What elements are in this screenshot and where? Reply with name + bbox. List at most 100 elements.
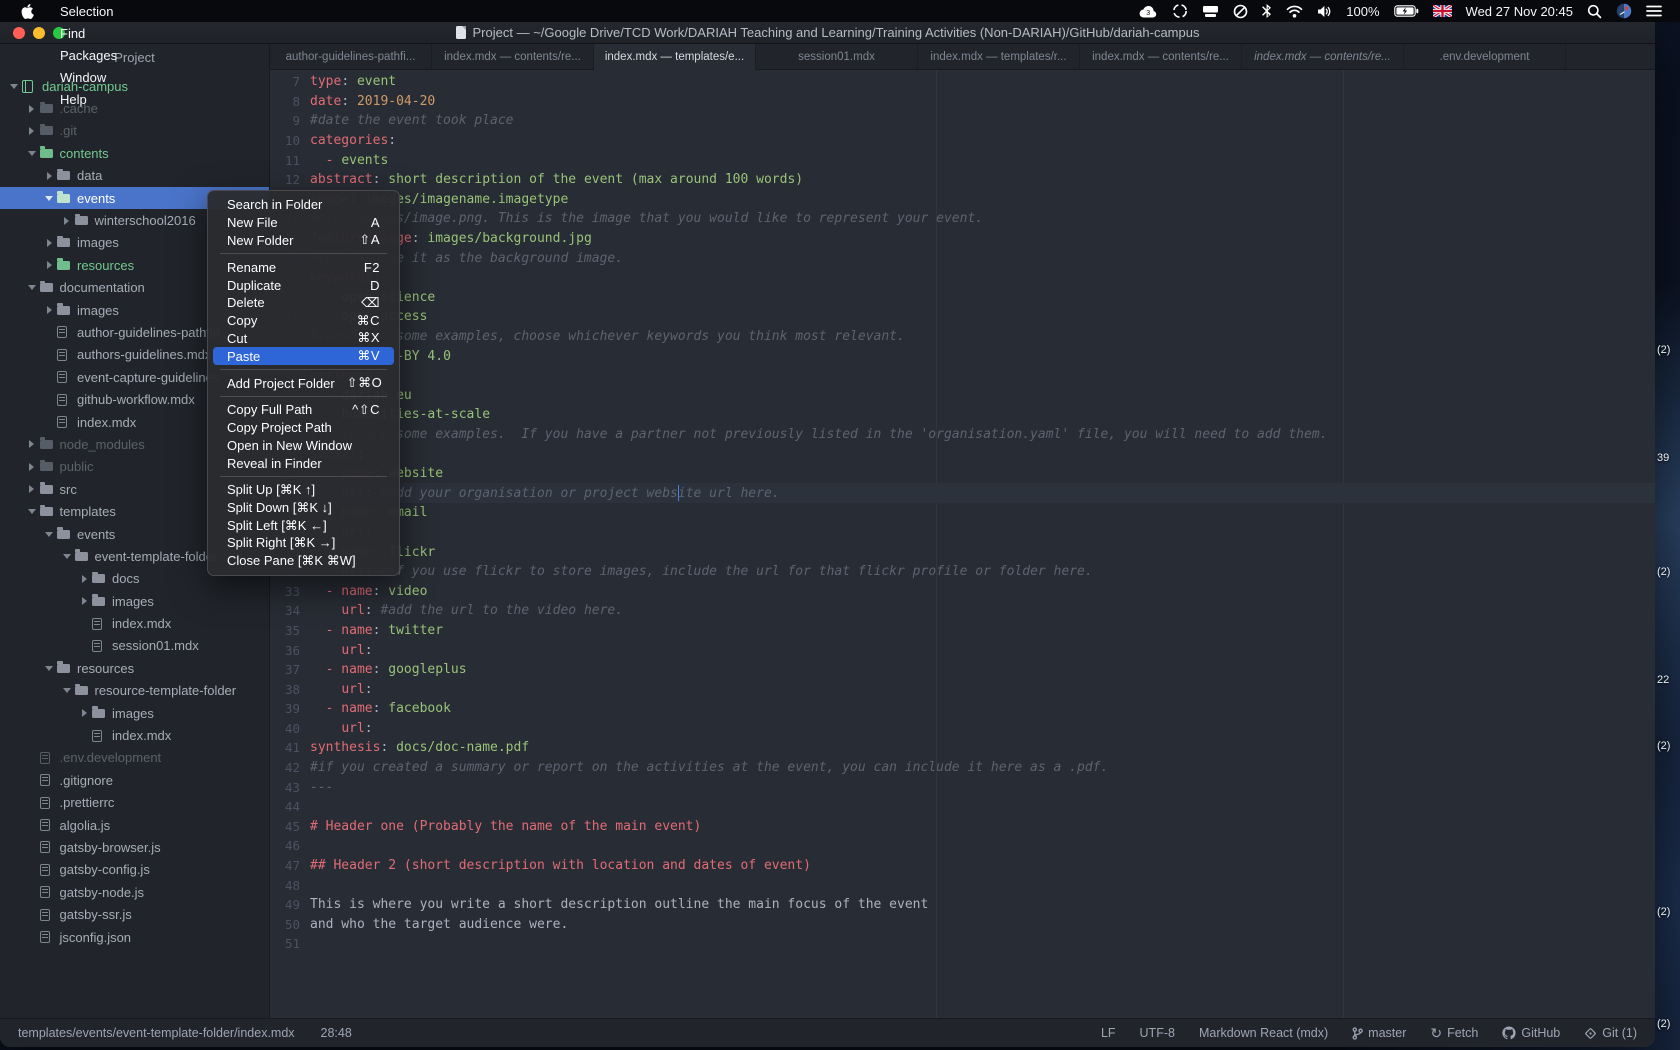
desktop-icon-label-3[interactable]: (2) bbox=[1657, 566, 1670, 578]
tree-item-.git[interactable]: .git bbox=[0, 120, 269, 142]
menu-bar-item-selection[interactable]: Selection bbox=[49, 0, 128, 22]
chevron-open-icon[interactable] bbox=[61, 554, 73, 559]
context-menu-item-cut[interactable]: Cut⌘X bbox=[213, 330, 394, 348]
tree-item-contents[interactable]: contents bbox=[0, 142, 269, 164]
editor-line-14[interactable]: 14#e.g. images/image.png. This is the im… bbox=[270, 209, 1655, 229]
editor-line-22[interactable]: 22partners: bbox=[270, 366, 1655, 386]
context-menu-item-search-in-folder[interactable]: Search in Folder bbox=[213, 196, 394, 214]
chevron-open-icon[interactable] bbox=[26, 285, 38, 290]
chevron-open-icon[interactable] bbox=[26, 509, 38, 514]
tab-2[interactable]: index.mdx — contents/re... bbox=[432, 44, 594, 69]
status-cursor-position[interactable]: 28:48 bbox=[321, 1026, 352, 1040]
status-lf[interactable]: LF bbox=[1101, 1026, 1116, 1040]
editor-line-31[interactable]: 31 - name: flickr bbox=[270, 542, 1655, 562]
context-menu-item-add-project-folder[interactable]: Add Project Folder⇧⌘O bbox=[213, 374, 394, 392]
tab-4[interactable]: session01.mdx bbox=[756, 44, 918, 69]
do-not-disturb-icon[interactable] bbox=[1233, 0, 1248, 22]
editor-line-36[interactable]: 36 url: bbox=[270, 640, 1655, 660]
chevron-open-icon[interactable] bbox=[43, 532, 55, 537]
context-menu-item-paste[interactable]: Paste⌘V bbox=[213, 347, 394, 365]
editor-line-28[interactable]: 28 url: #add your organisation or projec… bbox=[270, 483, 1655, 503]
desktop-icon-label-4[interactable]: 22 bbox=[1657, 674, 1669, 686]
chevron-closed-icon[interactable] bbox=[26, 440, 38, 448]
context-menu-item-new-folder[interactable]: New Folder⇧A bbox=[213, 232, 394, 250]
tree-item-algolia.js[interactable]: algolia.js bbox=[0, 814, 269, 836]
context-menu-item-split-right-k-[interactable]: Split Right [⌘K →] bbox=[213, 535, 394, 553]
editor-line-27[interactable]: 27 - name: website bbox=[270, 464, 1655, 484]
tab-6[interactable]: index.mdx — contents/re... bbox=[1080, 44, 1242, 69]
editor-line-18[interactable]: 18 - open-science bbox=[270, 288, 1655, 308]
chevron-closed-icon[interactable] bbox=[26, 463, 38, 471]
notification-list-icon[interactable] bbox=[1646, 0, 1662, 22]
editor-line-32[interactable]: 32 url: #if you use flickr to store imag… bbox=[270, 562, 1655, 582]
editor-line-42[interactable]: 42#if you created a summary or report on… bbox=[270, 758, 1655, 778]
editor-line-17[interactable]: 17keywords: bbox=[270, 268, 1655, 288]
tree-item-resources[interactable]: resources bbox=[0, 657, 269, 679]
creative-cloud-icon[interactable] bbox=[1172, 0, 1188, 22]
tree-item-resource-template-folder[interactable]: resource-template-folder bbox=[0, 680, 269, 702]
tree-item-.prettierrc[interactable]: .prettierrc bbox=[0, 792, 269, 814]
editor-line-8[interactable]: 8date: 2019-04-20 bbox=[270, 92, 1655, 112]
tree-item-gatsby-config.js[interactable]: gatsby-config.js bbox=[0, 859, 269, 881]
tree-item-index.mdx[interactable]: index.mdx bbox=[0, 724, 269, 746]
context-menu-item-open-in-new-window[interactable]: Open in New Window bbox=[213, 437, 394, 455]
tab-7[interactable]: index.mdx — contents/re... bbox=[1242, 44, 1404, 69]
context-menu-item-duplicate[interactable]: DuplicateD bbox=[213, 276, 394, 294]
chevron-closed-icon[interactable] bbox=[78, 575, 90, 583]
desktop-icon-label-2[interactable]: 39 bbox=[1657, 452, 1669, 464]
context-menu-item-copy[interactable]: Copy⌘C bbox=[213, 312, 394, 330]
bluetooth-icon[interactable] bbox=[1262, 0, 1272, 22]
chevron-closed-icon[interactable] bbox=[61, 217, 73, 225]
editor-line-23[interactable]: 23 - dariah.eu bbox=[270, 386, 1655, 406]
context-menu-item-delete[interactable]: Delete⌫ bbox=[213, 294, 394, 312]
editor-line-47[interactable]: 47## Header 2 (short description with lo… bbox=[270, 856, 1655, 876]
editor-line-49[interactable]: 49This is where you write a short descri… bbox=[270, 895, 1655, 915]
context-menu-item-reveal-in-finder[interactable]: Reveal in Finder bbox=[213, 454, 394, 472]
editor-line-25[interactable]: 25#these are some examples. If you have … bbox=[270, 425, 1655, 445]
displays-icon[interactable] bbox=[1202, 0, 1219, 22]
tab-8[interactable]: .env.development bbox=[1404, 44, 1566, 69]
editor-line-40[interactable]: 40 url: bbox=[270, 719, 1655, 739]
wifi-icon[interactable] bbox=[1286, 0, 1303, 22]
window-title-bar[interactable]: Project — ~/Google Drive/TCD Work/DARIAH… bbox=[0, 22, 1655, 44]
text-editor[interactable]: 7type: event8date: 2019-04-209#date the … bbox=[270, 70, 1655, 1018]
tree-item-gatsby-node.js[interactable]: gatsby-node.js bbox=[0, 881, 269, 903]
tab-1[interactable]: author-guidelines-pathfi... bbox=[270, 44, 432, 69]
editor-line-7[interactable]: 7type: event bbox=[270, 72, 1655, 92]
menu-bar-item-packages[interactable]: Packages bbox=[49, 44, 128, 66]
chevron-closed-icon[interactable] bbox=[43, 172, 55, 180]
editor-line-38[interactable]: 38 url: bbox=[270, 679, 1655, 699]
status-fetch[interactable]: ↻Fetch bbox=[1430, 1026, 1478, 1041]
desktop-icon-label-7[interactable]: (2) bbox=[1657, 1018, 1670, 1030]
editor-line-21[interactable]: 21licence: CC-BY 4.0 bbox=[270, 346, 1655, 366]
desktop-icon-label-5[interactable]: (2) bbox=[1657, 740, 1670, 752]
chevron-closed-icon[interactable] bbox=[43, 261, 55, 269]
chevron-open-icon[interactable] bbox=[43, 196, 55, 201]
editor-line-37[interactable]: 37 - name: googleplus bbox=[270, 660, 1655, 680]
editor-line-10[interactable]: 10categories: bbox=[270, 131, 1655, 151]
editor-line-12[interactable]: 12abstract: short description of the eve… bbox=[270, 170, 1655, 190]
tree-item-jsconfig.json[interactable]: jsconfig.json bbox=[0, 926, 269, 948]
chevron-closed-icon[interactable] bbox=[78, 597, 90, 605]
chevron-closed-icon[interactable] bbox=[26, 485, 38, 493]
menu-bar-app-icon[interactable] bbox=[1616, 0, 1632, 22]
editor-line-39[interactable]: 39 - name: facebook bbox=[270, 699, 1655, 719]
editor-line-16[interactable]: 16#you can use it as the background imag… bbox=[270, 248, 1655, 268]
editor-line-34[interactable]: 34 url: #add the url to the video here. bbox=[270, 601, 1655, 621]
editor-line-30[interactable]: 30 url: bbox=[270, 523, 1655, 543]
context-menu-item-split-left-k-[interactable]: Split Left [⌘K ←] bbox=[213, 517, 394, 535]
status-git-1-[interactable]: Git (1) bbox=[1584, 1026, 1637, 1040]
chevron-closed-icon[interactable] bbox=[78, 709, 90, 717]
editor-line-45[interactable]: 45# Header one (Probably the name of the… bbox=[270, 817, 1655, 837]
menu-bar-item-find[interactable]: Find bbox=[49, 22, 128, 44]
spotlight-search-icon[interactable] bbox=[1587, 0, 1602, 22]
tree-item-images[interactable]: images bbox=[0, 590, 269, 612]
editor-line-13[interactable]: 13image: images/imagename.imagetype bbox=[270, 190, 1655, 210]
keyboard-flag-icon[interactable] bbox=[1433, 0, 1452, 22]
editor-line-41[interactable]: 41synthesis: docs/doc-name.pdf bbox=[270, 738, 1655, 758]
status-utf-8[interactable]: UTF-8 bbox=[1140, 1026, 1175, 1040]
menu-bar-item-help[interactable]: Help bbox=[49, 88, 128, 110]
editor-line-15[interactable]: 15featuredimage: images/background.jpg bbox=[270, 229, 1655, 249]
tree-item-index.mdx[interactable]: index.mdx bbox=[0, 612, 269, 634]
chevron-open-icon[interactable] bbox=[26, 151, 38, 156]
